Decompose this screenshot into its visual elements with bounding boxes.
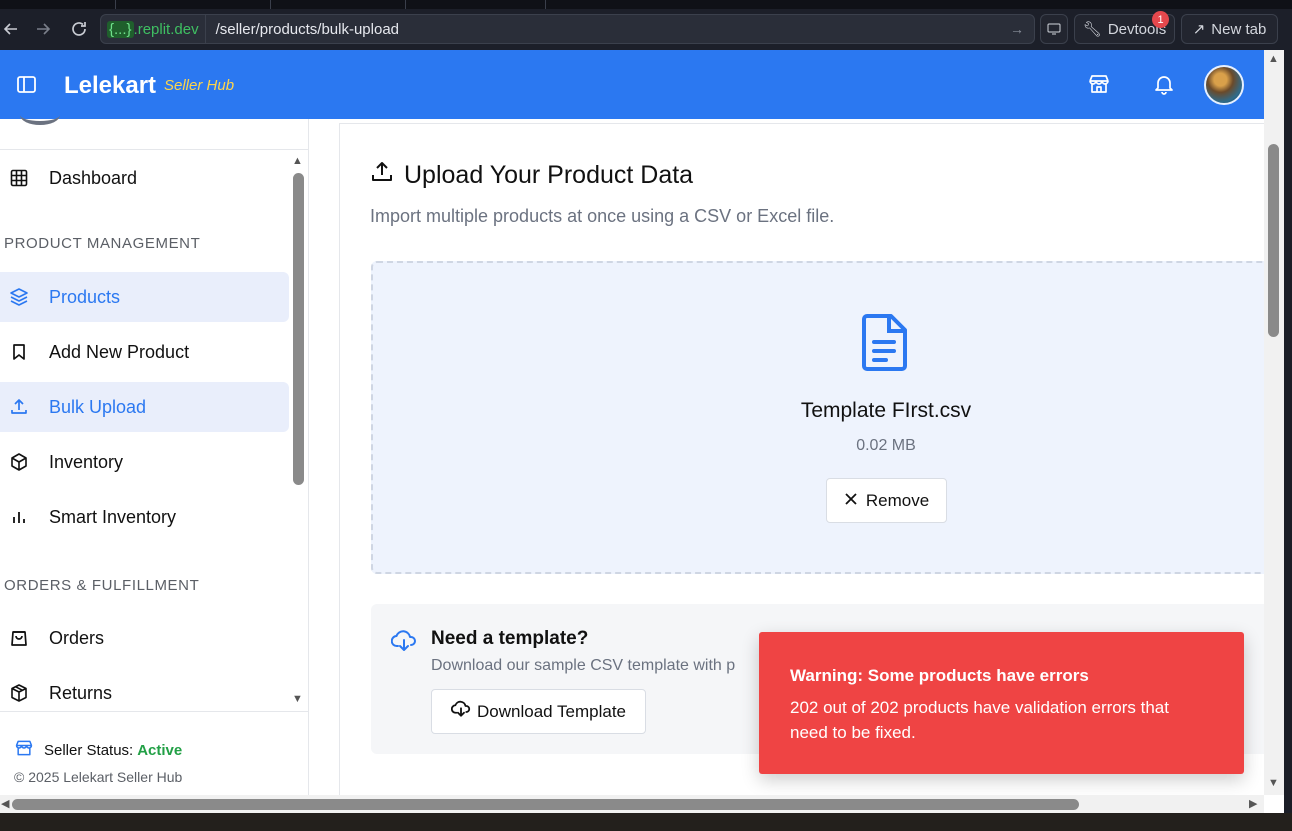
remove-label: Remove: [865, 490, 930, 510]
sidebar-item-products[interactable]: Products: [0, 272, 289, 322]
sidebar-item-bulk-upload[interactable]: Bulk Upload: [0, 382, 289, 432]
devtools-badge: 1: [1152, 11, 1169, 28]
file-size: 0.02 MB: [856, 437, 916, 454]
sidebar-item-smart-inventory[interactable]: Smart Inventory: [0, 492, 289, 542]
browser-toolbar: {...} .replit.dev /seller/products/bulk-u…: [0, 9, 1292, 50]
avatar[interactable]: [1204, 65, 1244, 105]
page-title-text: Upload Your Product Data: [404, 161, 694, 189]
back-icon[interactable]: [0, 18, 22, 40]
sidebar-profile-avatar-partial: [20, 105, 60, 125]
scroll-left-icon[interactable]: ◀: [1, 797, 9, 810]
sidebar-item-label: Dashboard: [49, 167, 138, 188]
box-icon: [9, 452, 29, 472]
scroll-down-icon[interactable]: ▼: [1268, 777, 1279, 789]
sidebar-item-inventory[interactable]: Inventory: [0, 437, 289, 487]
grid-icon: [9, 168, 29, 188]
bar-chart-icon: [9, 507, 29, 527]
sidebar-item-label: Products: [49, 286, 121, 307]
devtools-button[interactable]: 🔧︎ Devtools 1: [1074, 11, 1175, 44]
screen-icon[interactable]: [1040, 14, 1068, 44]
brand-name[interactable]: Lelekart: [64, 72, 156, 100]
new-tab-button[interactable]: ↗ New tab: [1181, 14, 1278, 44]
horizontal-scrollbar-thumb[interactable]: [12, 799, 1079, 810]
section-product-management: PRODUCT MANAGEMENT: [4, 235, 201, 252]
tab-separator: [405, 0, 406, 9]
warning-toast[interactable]: Warning: Some products have errors 202 o…: [759, 632, 1244, 774]
page-title: Upload Your Product Data: [370, 160, 693, 191]
sidebar-scrollbar-thumb[interactable]: [293, 173, 304, 485]
template-description: Download our sample CSV template with p: [431, 657, 736, 674]
file-text-icon: [861, 313, 909, 371]
page-horizontal-scrollbar[interactable]: ◀ ▶: [0, 795, 1264, 813]
sidebar-item-orders[interactable]: Orders: [0, 613, 289, 663]
sidebar: Dashboard PRODUCT MANAGEMENT Products Ad…: [0, 119, 309, 813]
template-title: Need a template?: [431, 628, 589, 649]
sidebar-item-dashboard[interactable]: Dashboard: [0, 153, 289, 203]
scroll-down-icon[interactable]: ▼: [292, 693, 303, 705]
page-subtitle: Import multiple products at once using a…: [370, 206, 835, 226]
store-icon: [14, 738, 34, 762]
url-path: /seller/products/bulk-upload: [215, 20, 400, 38]
sidebar-toggle-icon[interactable]: [16, 74, 40, 98]
url-host-domain: .replit.dev: [133, 20, 199, 38]
copyright: © 2025 Lelekart Seller Hub: [14, 769, 183, 785]
url-host: {...} .replit.dev: [101, 15, 206, 43]
external-link-icon: ↗: [1192, 21, 1206, 38]
page-vertical-scrollbar[interactable]: ▲ ▼: [1264, 50, 1284, 795]
remove-file-button[interactable]: Remove: [826, 478, 947, 523]
go-arrow-icon[interactable]: →: [1010, 21, 1034, 37]
cloud-download-icon: [390, 629, 417, 653]
scroll-up-icon[interactable]: ▲: [1268, 53, 1279, 65]
sidebar-divider: [0, 149, 309, 150]
brand-subtitle: Seller Hub: [164, 77, 235, 94]
sidebar-item-label: Inventory: [49, 451, 124, 472]
file-dropzone[interactable]: Template FIrst.csv 0.02 MB Remove: [371, 261, 1271, 574]
shopping-bag-icon: [9, 628, 29, 648]
seller-status: Seller Status: Active: [14, 738, 182, 762]
address-bar[interactable]: {...} .replit.dev /seller/products/bulk-u…: [100, 14, 1035, 44]
download-template-button[interactable]: Download Template: [431, 689, 646, 734]
wrench-icon: 🔧︎: [1082, 21, 1102, 38]
tab-separator: [545, 0, 546, 9]
file-name: Template FIrst.csv: [800, 399, 972, 422]
layers-icon: [9, 287, 29, 307]
scroll-up-icon[interactable]: ▲: [292, 155, 303, 167]
browser-tabstrip: [0, 0, 1292, 9]
page-viewport: Lelekart Seller Hub Dashboard PRODUCT MA…: [0, 50, 1284, 813]
sidebar-item-label: Add New Product: [49, 341, 190, 362]
bookmark-icon: [9, 342, 29, 362]
close-icon: [844, 491, 858, 511]
status-label: Seller Status:: [44, 741, 134, 759]
sidebar-item-label: Orders: [49, 627, 105, 648]
scroll-right-icon[interactable]: ▶: [1249, 797, 1257, 810]
upload-icon: [370, 160, 394, 191]
new-tab-label: New tab: [1211, 20, 1267, 38]
section-orders-fulfillment: ORDERS & FULFILLMENT: [4, 577, 200, 594]
cloud-download-icon: [450, 700, 471, 723]
app-header: Lelekart Seller Hub: [0, 50, 1264, 119]
bell-icon[interactable]: [1152, 72, 1176, 96]
toast-message: 202 out of 202 products have validation …: [790, 698, 1169, 742]
tab-separator: [115, 0, 116, 9]
sidebar-item-label: Bulk Upload: [49, 396, 147, 417]
status-badge: Active: [137, 741, 183, 759]
tab-separator: [270, 0, 271, 9]
forward-icon[interactable]: [32, 18, 54, 40]
sidebar-item-label: Smart Inventory: [49, 506, 177, 527]
toast-title: Warning: Some products have errors: [790, 666, 1089, 685]
reload-icon[interactable]: [68, 18, 90, 40]
sidebar-item-label: Returns: [49, 682, 113, 703]
download-label: Download Template: [477, 701, 626, 721]
upload-icon: [9, 397, 29, 417]
desktop-taskbar-edge: [0, 813, 1292, 831]
sidebar-item-add-new-product[interactable]: Add New Product: [0, 327, 289, 377]
vertical-scrollbar-thumb[interactable]: [1268, 144, 1279, 337]
store-icon[interactable]: [1087, 72, 1111, 96]
url-host-prefix: {...}: [107, 20, 134, 38]
package-icon: [9, 683, 29, 703]
